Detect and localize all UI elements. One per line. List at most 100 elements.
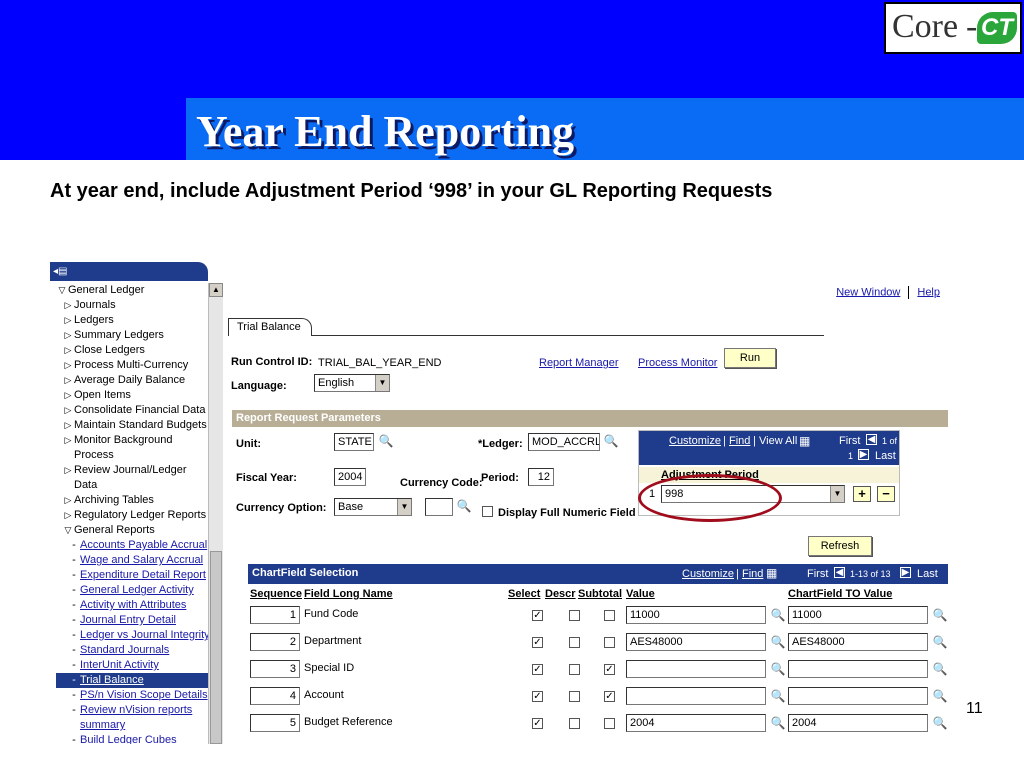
select-checkbox[interactable]: ✓ <box>532 718 543 729</box>
select-checkbox[interactable]: ✓ <box>532 664 543 675</box>
cf-first[interactable]: First <box>807 568 828 580</box>
collapse-nav-icon[interactable]: ◂▤ <box>53 265 69 278</box>
nav-item[interactable]: ▷ Close Ledgers <box>56 343 208 358</box>
value-input[interactable]: 2004 <box>626 714 766 732</box>
add-row-button[interactable]: + <box>853 486 871 502</box>
download-grid-icon[interactable]: ▦ <box>799 434 810 448</box>
delete-row-button[interactable]: − <box>877 486 895 502</box>
report-manager-link[interactable]: Report Manager <box>539 357 619 369</box>
nav-item[interactable]: - PS/n Vision Scope Details <box>56 688 208 703</box>
value-input[interactable] <box>626 687 766 705</box>
descr-checkbox[interactable] <box>569 718 580 729</box>
nav-item[interactable]: - InterUnit Activity <box>56 658 208 673</box>
nav-item[interactable]: - Expenditure Detail Report <box>56 568 208 583</box>
refresh-button[interactable]: Refresh <box>808 536 872 556</box>
nav-item[interactable]: - Accounts Payable Accrual <box>56 538 208 553</box>
nav-item[interactable]: ▽ General Ledger <box>56 283 208 298</box>
subtotal-checkbox[interactable] <box>604 637 615 648</box>
nav-item[interactable]: - Wage and Salary Accrual <box>56 553 208 568</box>
nav-item[interactable]: ▷ Review Journal/Ledger <box>56 463 208 478</box>
period-input[interactable]: 12 <box>528 468 554 486</box>
to-value-input[interactable]: AES48000 <box>788 633 928 651</box>
nav-item[interactable]: ▽ General Reports <box>56 523 208 538</box>
run-button[interactable]: Run <box>724 348 776 368</box>
sequence-input[interactable]: 1 <box>250 606 300 624</box>
chevron-down-icon[interactable]: ▼ <box>375 375 389 391</box>
nav-item[interactable]: - Activity with Attributes <box>56 598 208 613</box>
value-lookup-icon[interactable]: 🔍 <box>770 607 786 623</box>
nav-item[interactable]: summary <box>56 718 208 733</box>
sequence-input[interactable]: 2 <box>250 633 300 651</box>
sequence-input[interactable]: 4 <box>250 687 300 705</box>
help-link[interactable]: Help <box>917 286 940 298</box>
to-value-input[interactable]: 11000 <box>788 606 928 624</box>
value-lookup-icon[interactable]: 🔍 <box>770 715 786 731</box>
currency-code-input[interactable] <box>425 498 453 516</box>
nav-item[interactable]: - Review nVision reports <box>56 703 208 718</box>
nav-item[interactable]: - Trial Balance <box>56 673 208 688</box>
value-lookup-icon[interactable]: 🔍 <box>770 688 786 704</box>
nav-item[interactable]: - Build Ledger Cubes <box>56 733 208 744</box>
nav-item[interactable]: ▷ Maintain Standard Budgets <box>56 418 208 433</box>
download-grid-icon[interactable]: ▦ <box>766 566 777 580</box>
subtotal-checkbox[interactable] <box>604 718 615 729</box>
nav-item[interactable]: Process <box>56 448 208 463</box>
next-arrow-icon[interactable]: ▶ <box>858 449 869 460</box>
adj-last[interactable]: Last <box>875 450 896 462</box>
prev-arrow-icon[interactable]: ◀ <box>834 567 845 578</box>
to-value-lookup-icon[interactable]: 🔍 <box>932 715 948 731</box>
adj-view-all[interactable]: View All <box>759 435 797 447</box>
nav-item[interactable]: ▷ Summary Ledgers <box>56 328 208 343</box>
new-window-link[interactable]: New Window <box>836 286 900 298</box>
subtotal-checkbox[interactable]: ✓ <box>604 664 615 675</box>
to-value-input[interactable] <box>788 687 928 705</box>
to-value-lookup-icon[interactable]: 🔍 <box>932 688 948 704</box>
currency-code-lookup-icon[interactable]: 🔍 <box>456 498 472 514</box>
subtotal-checkbox[interactable] <box>604 610 615 621</box>
nav-item[interactable]: - Journal Entry Detail <box>56 613 208 628</box>
tab-trial-balance[interactable]: Trial Balance <box>228 318 312 336</box>
next-arrow-icon[interactable]: ▶ <box>900 567 911 578</box>
sequence-input[interactable]: 5 <box>250 714 300 732</box>
nav-item[interactable]: ▷ Consolidate Financial Data <box>56 403 208 418</box>
cf-last[interactable]: Last <box>917 568 938 580</box>
value-input[interactable]: 11000 <box>626 606 766 624</box>
fiscal-year-input[interactable]: 2004 <box>334 468 366 486</box>
cf-customize-link[interactable]: Customize <box>682 568 734 580</box>
descr-checkbox[interactable] <box>569 637 580 648</box>
nav-item[interactable]: ▷ Archiving Tables <box>56 493 208 508</box>
chevron-down-icon[interactable]: ▼ <box>830 486 844 502</box>
value-lookup-icon[interactable]: 🔍 <box>770 634 786 650</box>
value-input[interactable] <box>626 660 766 678</box>
value-lookup-icon[interactable]: 🔍 <box>770 661 786 677</box>
descr-checkbox[interactable] <box>569 664 580 675</box>
nav-item[interactable]: ▷ Average Daily Balance <box>56 373 208 388</box>
process-monitor-link[interactable]: Process Monitor <box>638 357 717 369</box>
adj-first[interactable]: First <box>839 435 860 447</box>
nav-item[interactable]: ▷ Ledgers <box>56 313 208 328</box>
adj-find-link[interactable]: Find <box>729 435 750 447</box>
nav-item[interactable]: - Standard Journals <box>56 643 208 658</box>
nav-item[interactable]: ▷ Monitor Background <box>56 433 208 448</box>
nav-item[interactable]: ▷ Process Multi-Currency <box>56 358 208 373</box>
ledger-lookup-icon[interactable]: 🔍 <box>603 433 619 449</box>
select-checkbox[interactable]: ✓ <box>532 610 543 621</box>
nav-scrollbar[interactable]: ▲ <box>208 283 223 744</box>
chevron-down-icon[interactable]: ▼ <box>397 499 411 515</box>
to-value-lookup-icon[interactable]: 🔍 <box>932 607 948 623</box>
display-full-checkbox[interactable] <box>482 506 493 517</box>
nav-item[interactable]: ▷ Regulatory Ledger Reports <box>56 508 208 523</box>
language-select[interactable]: English ▼ <box>314 374 390 392</box>
nav-item[interactable]: - General Ledger Activity <box>56 583 208 598</box>
sequence-input[interactable]: 3 <box>250 660 300 678</box>
nav-item[interactable]: Data <box>56 478 208 493</box>
select-checkbox[interactable]: ✓ <box>532 637 543 648</box>
prev-arrow-icon[interactable]: ◀ <box>866 434 877 445</box>
ledger-input[interactable]: MOD_ACCRL <box>528 433 600 451</box>
nav-item[interactable]: ▷ Journals <box>56 298 208 313</box>
nav-item[interactable]: ▷ Open Items <box>56 388 208 403</box>
to-value-input[interactable] <box>788 660 928 678</box>
scroll-up-arrow-icon[interactable]: ▲ <box>209 283 223 297</box>
value-input[interactable]: AES48000 <box>626 633 766 651</box>
scroll-thumb[interactable] <box>210 551 222 744</box>
